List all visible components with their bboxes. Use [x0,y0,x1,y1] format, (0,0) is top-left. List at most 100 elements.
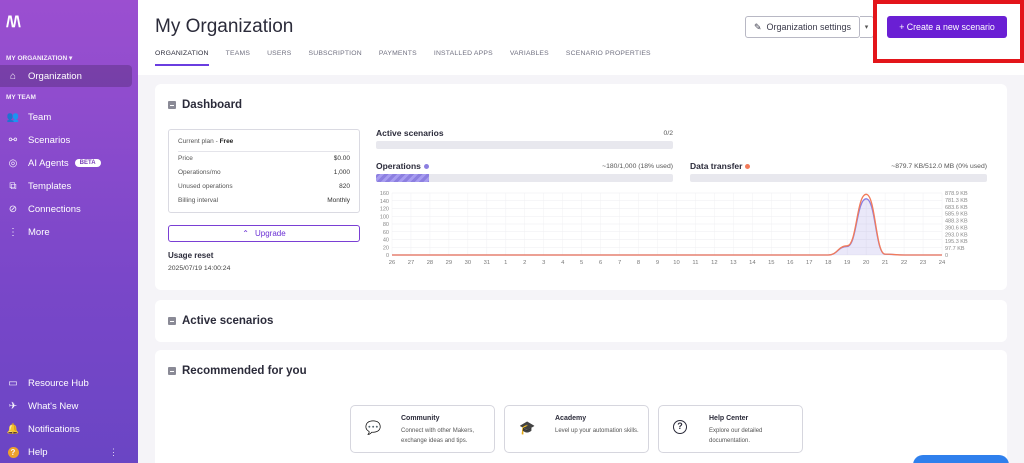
recommended-tile-help-center[interactable]: ? Help Center Explore our detailed docum… [658,405,803,453]
sidebar-item-label: Resource Hub [28,377,89,389]
sidebar-item-ai-agents[interactable]: ◎ AI Agents BETA [0,152,132,174]
make-logo[interactable]: /\/\ [6,14,21,32]
plan-label: Current plan [178,138,214,145]
x-tick-label: 29 [446,260,452,266]
sidebar-item-label: Organization [28,70,82,82]
chevron-down-icon[interactable]: ▾ [860,16,874,38]
collapse-icon [168,367,176,375]
sidebar-item-label: Team [28,111,52,123]
x-tick-label: 15 [768,260,774,266]
sidebar-item-help[interactable]: ? Help ⋮ [0,441,132,463]
question-circle-icon: ? [673,420,687,434]
team-icon: 👥 [6,111,20,123]
y2-tick-label: 878.9 KB [945,191,968,197]
highlight-box [873,0,1024,63]
sidebar-item-team[interactable]: 👥 Team [0,106,132,128]
plan-row-key: Unused operations [178,183,233,190]
y-tick-label: 120 [380,207,389,213]
recommended-tile-community[interactable]: 💬 Community Connect with other Makers, e… [350,405,495,453]
usage-chart: 020406080100120140160097.7 KB195.3 KB293… [380,191,968,266]
sidebar-item-whats-new[interactable]: ✈ What's New [0,395,132,417]
x-tick-label: 20 [863,260,869,266]
sidebar-item-notifications[interactable]: 🔔 Notifications [0,418,132,440]
sidebar-item-label: AI Agents [28,157,69,169]
tile-title: Academy [555,415,587,422]
x-tick-label: 31 [484,260,490,266]
active-scenarios-card: Active scenarios [155,300,1007,342]
recommended-header[interactable]: Recommended for you [168,365,307,377]
y2-tick-label: 195.3 KB [945,239,968,245]
plan-row-key: Price [178,155,193,162]
y2-tick-label: 0 [945,253,948,259]
tab-variables[interactable]: VARIABLES [510,50,549,66]
x-tick-label: 7 [618,260,621,266]
x-tick-label: 5 [580,260,583,266]
collapse-icon [168,101,176,109]
sidebar-item-connections[interactable]: ⊘ Connections [0,198,132,220]
org-switcher[interactable]: MY ORGANIZATION ▾ [6,54,72,62]
organization-settings-button[interactable]: ✎ Organization settings [745,16,860,38]
upgrade-button[interactable]: ⌃ Upgrade [168,225,360,242]
sidebar-item-organization[interactable]: ⌂ Organization [0,65,132,87]
main-content: My Organization ORGANIZATION TEAMS USERS… [138,0,1024,463]
tab-scenario-properties[interactable]: SCENARIO PROPERTIES [566,50,651,66]
plan-row-key: Billing interval [178,197,219,204]
graduation-cap-icon: 🎓 [519,420,536,435]
rocket-icon: ✈ [8,400,18,412]
active-scenarios-header[interactable]: Active scenarios [168,315,273,327]
y2-tick-label: 683.6 KB [945,205,968,211]
sidebar-item-scenarios[interactable]: ⚯ Scenarios [0,129,132,151]
tab-teams[interactable]: TEAMS [226,50,250,66]
y-tick-label: 140 [380,199,389,205]
plan-row-value: $0.00 [333,155,350,162]
x-tick-label: 23 [920,260,926,266]
expand-icon [168,317,176,325]
tab-subscription[interactable]: SUBSCRIPTION [308,50,361,66]
plan-row-value: 1,000 [333,169,350,176]
y2-tick-label: 488.3 KB [945,219,968,225]
x-tick-label: 16 [787,260,793,266]
more-vertical-icon[interactable]: ⋮ [109,447,118,458]
data-transfer-bar [690,174,987,182]
more-vertical-icon: ⋮ [8,226,18,238]
help-icon: ? [6,446,20,458]
data-transfer-label: Data transfer [690,161,751,171]
y2-tick-label: 585.9 KB [945,212,968,218]
link-icon: ⊘ [8,203,18,215]
active-scenarios-label: Active scenarios [376,128,444,138]
recommended-tile-academy[interactable]: 🎓 Academy Level up your automation skill… [504,405,649,453]
operations-bar [376,174,673,182]
operations-label: Operations [376,161,429,171]
tile-description: Level up your automation skills. [555,428,639,434]
tab-users[interactable]: USERS [267,50,291,66]
sidebar-item-label: More [28,226,50,238]
usage-reset-label: Usage reset [168,251,214,260]
x-tick-label: 22 [901,260,907,266]
y-tick-label: 80 [383,222,389,228]
active-scenarios-value: 0/2 [663,130,673,137]
tile-title: Community [401,415,440,422]
tab-payments[interactable]: PAYMENTS [379,50,417,66]
operations-bar-fill [376,174,430,182]
x-tick-label: 10 [673,260,679,266]
x-tick-label: 12 [711,260,717,266]
tile-description: Explore our detailed documentation. [709,428,763,444]
dashboard-header[interactable]: Dashboard [168,99,242,111]
x-tick-label: 11 [692,260,698,266]
x-tick-label: 13 [730,260,736,266]
tile-description: Connect with other Makers, exchange idea… [401,428,475,444]
x-tick-label: 9 [656,260,659,266]
x-tick-label: 19 [844,260,850,266]
x-tick-label: 18 [825,260,831,266]
sidebar-item-templates[interactable]: ⧉ Templates [0,175,132,197]
tab-installed-apps[interactable]: INSTALLED APPS [434,50,493,66]
operations-value: ~180/1,000 (18% used) [602,163,673,170]
tab-organization[interactable]: ORGANIZATION [155,50,209,66]
sidebar-item-more[interactable]: ⋮ More [0,221,132,243]
x-tick-label: 26 [389,260,395,266]
sidebar-item-label: Scenarios [28,134,71,146]
data-transfer-dot-icon [745,164,751,169]
plan-row-value: Monthly [327,197,350,204]
chat-widget-button[interactable] [913,455,1009,463]
sidebar-item-resource-hub[interactable]: ▭ Resource Hub [0,372,132,394]
